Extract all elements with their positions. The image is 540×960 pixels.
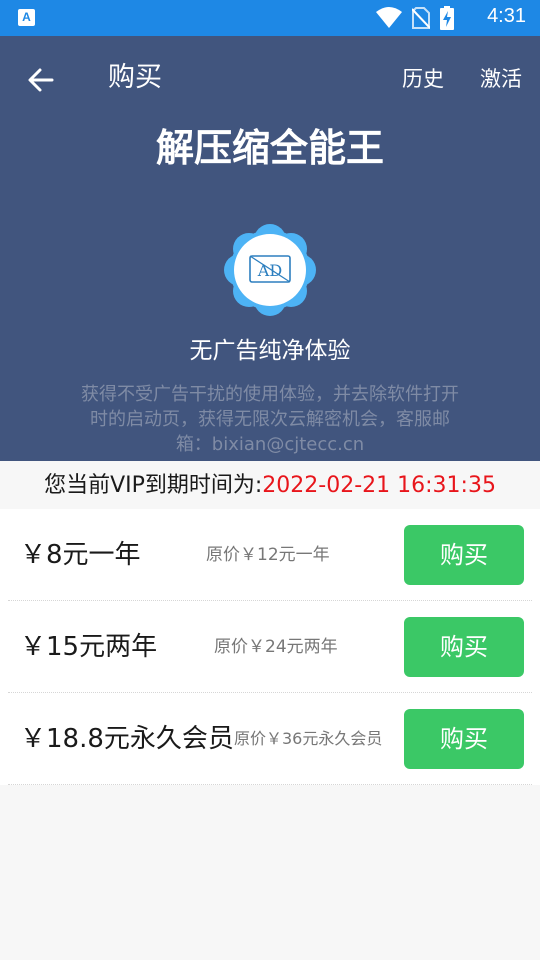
plan-original-price: 原价￥24元两年 <box>214 637 338 657</box>
arrow-left-icon <box>28 68 54 92</box>
activate-button[interactable]: 激活 <box>480 64 522 94</box>
page-title: 购买 <box>108 62 162 93</box>
vip-expiry-label: 您当前VIP到期时间为: <box>44 473 263 498</box>
vip-expiry-line: 您当前VIP到期时间为:2022-02-21 16:31:35 <box>0 461 540 509</box>
vip-expiry-date: 2022-02-21 16:31:35 <box>262 473 496 498</box>
feature-description: 获得不受广告干扰的使用体验，并去除软件打开时的启动页，获得无限次云解密机会，客服… <box>81 384 459 455</box>
wifi-icon <box>376 7 402 28</box>
status-icons <box>376 6 454 30</box>
plan-original-price: 原价￥12元一年 <box>206 545 330 565</box>
app-notification-icon: A <box>18 9 35 26</box>
plan-price: ￥18.8元永久会员 <box>20 724 234 754</box>
no-ads-badge: AD <box>218 218 322 322</box>
clock: 4:31 <box>487 5 526 27</box>
battery-charging-icon <box>440 6 454 30</box>
back-button[interactable] <box>22 60 62 100</box>
ad-badge-text: AD <box>257 261 282 280</box>
row-divider <box>8 784 532 785</box>
plan-row-1-year: ￥8元一年 原价￥12元一年 购买 <box>0 509 540 601</box>
feature-title: 无广告纯净体验 <box>189 338 351 364</box>
buy-button-lifetime[interactable]: 购买 <box>404 709 524 769</box>
plan-price: ￥15元两年 <box>20 632 158 662</box>
plan-row-lifetime: ￥18.8元永久会员 原价￥36元永久会员 购买 <box>0 693 540 785</box>
app-name-heading: 解压缩全能王 <box>155 126 384 170</box>
no-ads-icon: AD <box>224 224 316 316</box>
history-button[interactable]: 历史 <box>402 64 444 94</box>
plan-original-price: 原价￥36元永久会员 <box>234 729 383 748</box>
no-sim-icon <box>412 7 430 29</box>
buy-button-1-year[interactable]: 购买 <box>404 525 524 585</box>
buy-button-2-years[interactable]: 购买 <box>404 617 524 677</box>
plan-row-2-years: ￥15元两年 原价￥24元两年 购买 <box>0 601 540 693</box>
status-bar: A 4:31 <box>0 0 540 36</box>
hero-panel: 购买 历史 激活 解压缩全能王 AD 无广告纯净体验 获得不受广告干扰的使用体验… <box>0 36 540 461</box>
plan-price: ￥8元一年 <box>20 540 141 570</box>
plan-list: ￥8元一年 原价￥12元一年 购买 ￥15元两年 原价￥24元两年 购买 ￥18… <box>0 509 540 785</box>
